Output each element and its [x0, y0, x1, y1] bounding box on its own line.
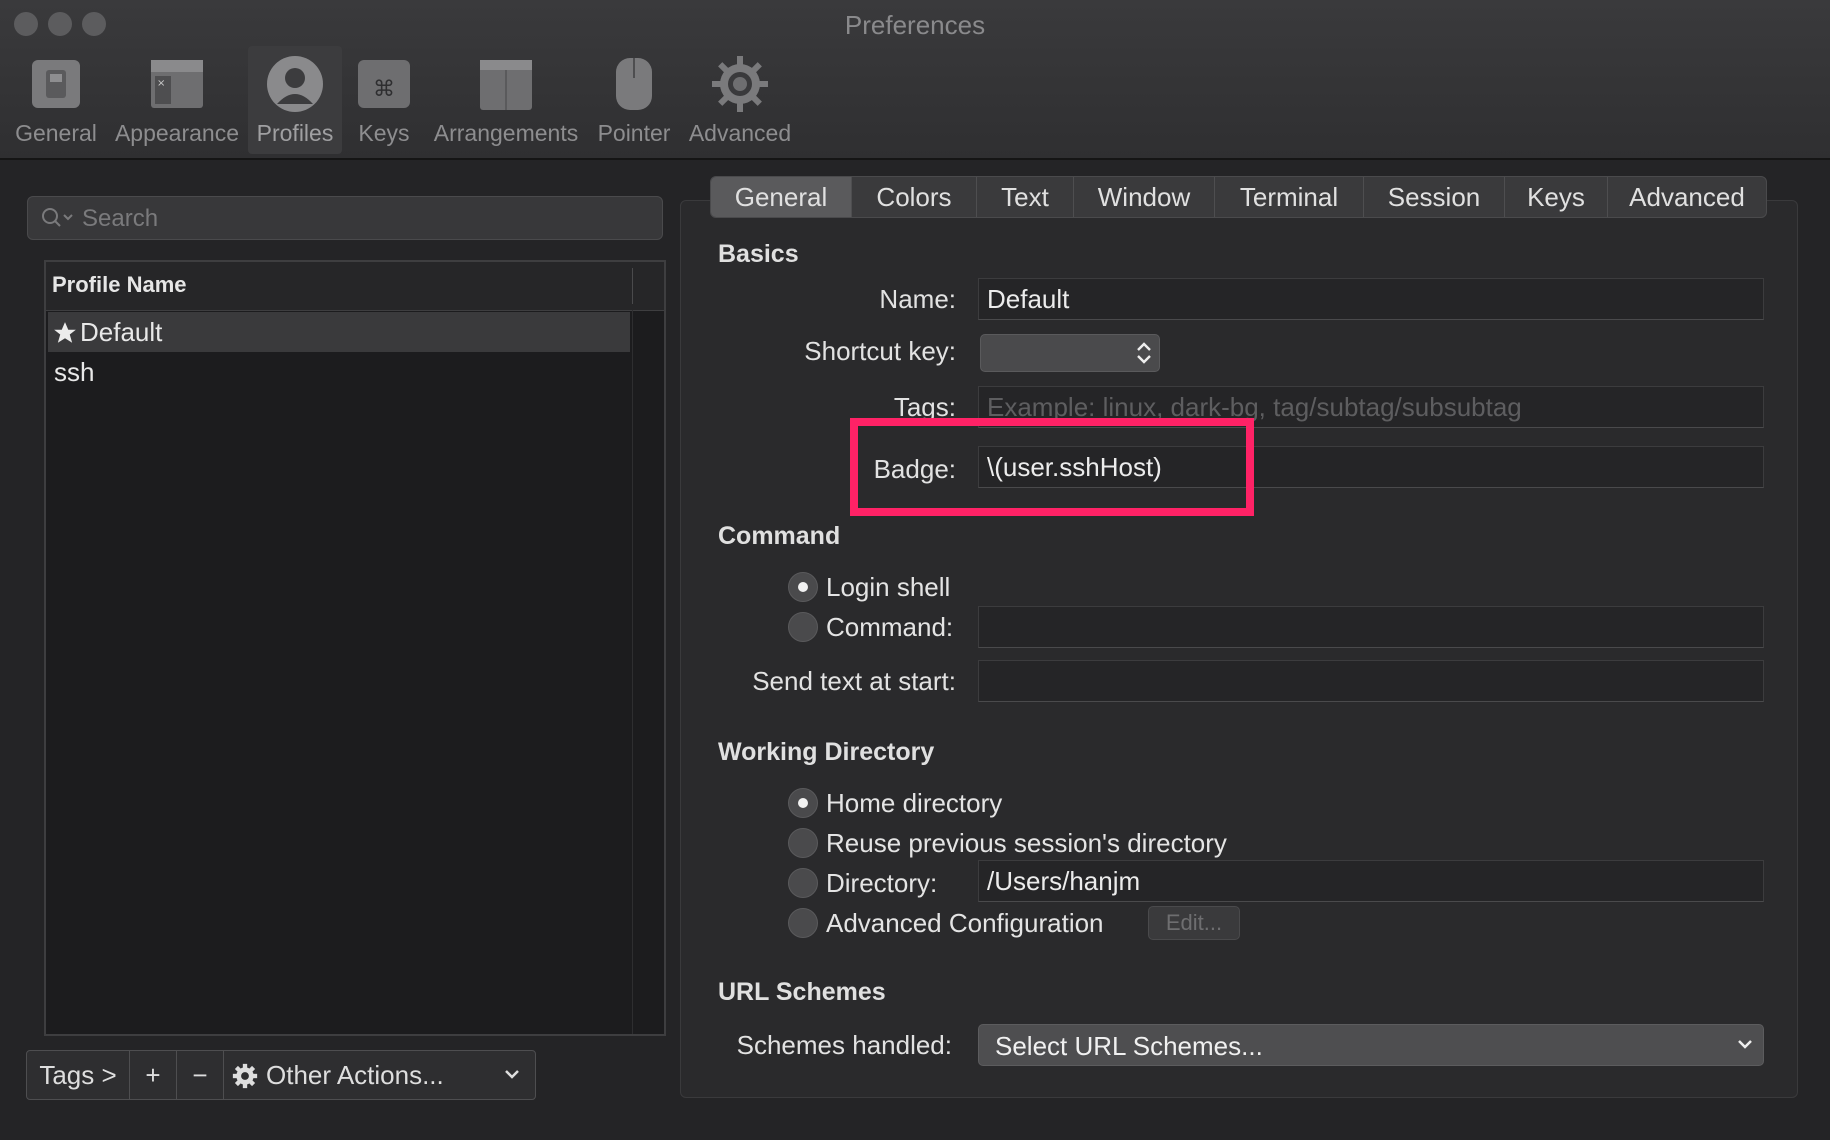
tab-terminal[interactable]: Terminal [1215, 177, 1364, 217]
send-text-label: Send text at start: [752, 666, 956, 696]
radio-directory[interactable] [788, 868, 818, 898]
tab-colors[interactable]: Colors [852, 177, 977, 217]
chevron-down-icon [505, 1070, 519, 1079]
profile-row-default[interactable]: Default [48, 312, 630, 352]
window-title: Preferences [844, 10, 986, 40]
toolbar-pointer[interactable]: Pointer [592, 46, 676, 154]
tab-keys[interactable]: Keys [1505, 177, 1608, 217]
tab-window[interactable]: Window [1074, 177, 1215, 217]
gear-icon [232, 1063, 258, 1089]
profile-list-header[interactable]: Profile Name [46, 262, 664, 311]
stepper-arrows-icon [1137, 342, 1151, 364]
star-icon [54, 322, 76, 343]
section-command: Command [718, 522, 841, 550]
section-working-directory: Working Directory [718, 738, 935, 766]
url-schemes-popup[interactable]: Select URL Schemes... [978, 1024, 1764, 1066]
radio-advanced-configuration[interactable] [788, 908, 818, 938]
name-label: Name: [879, 284, 956, 314]
toolbar-general[interactable]: General [10, 46, 102, 154]
toolbar-profiles[interactable]: Profiles [248, 46, 342, 154]
arrangements-icon [480, 60, 532, 110]
name-field[interactable]: Default [978, 278, 1764, 320]
mouse-icon [616, 58, 652, 110]
search-icon [42, 208, 73, 227]
reuse-directory-label: Reuse previous session's directory [826, 828, 1227, 858]
radio-home-directory[interactable] [788, 788, 818, 818]
radio-login-shell[interactable] [788, 572, 818, 602]
shortcut-key-popup[interactable] [980, 334, 1160, 372]
section-basics: Basics [718, 240, 799, 268]
command-field[interactable] [978, 606, 1764, 648]
profile-settings-panel [680, 200, 1798, 1098]
tab-advanced[interactable]: Advanced [1608, 177, 1766, 217]
tab-general[interactable]: General [711, 177, 852, 217]
profile-person-icon [267, 56, 323, 112]
gear-icon [712, 56, 768, 112]
svg-text:⌘: ⌘ [373, 77, 395, 102]
directory-field[interactable]: /Users/hanjm [978, 860, 1764, 902]
advanced-configuration-label: Advanced Configuration [826, 908, 1104, 938]
command-label: Command: [826, 612, 954, 642]
search-input[interactable] [80, 203, 644, 235]
general-switch-icon [32, 60, 80, 108]
preferences-window: Preferences General × Appearance Profile… [0, 0, 1830, 1140]
svg-text:×: × [157, 78, 165, 89]
profile-name: Default [80, 317, 163, 347]
radio-command[interactable] [788, 612, 818, 642]
profile-name: ssh [54, 357, 95, 387]
edit-button[interactable]: Edit... [1148, 906, 1240, 940]
chevron-down-icon [1738, 1040, 1752, 1049]
remove-profile-button[interactable]: − [177, 1051, 224, 1099]
add-profile-button[interactable]: + [130, 1051, 177, 1099]
home-directory-label: Home directory [826, 788, 1003, 818]
section-url-schemes: URL Schemes [718, 978, 886, 1006]
list-scroll-track[interactable] [632, 310, 633, 1034]
column-divider [632, 268, 633, 304]
other-actions-label: Other Actions... [266, 1060, 444, 1090]
tab-session[interactable]: Session [1364, 177, 1505, 217]
tab-text[interactable]: Text [977, 177, 1074, 217]
toolbar-advanced[interactable]: Advanced [684, 46, 796, 154]
tags-button[interactable]: Tags > [27, 1051, 130, 1099]
toolbar-keys[interactable]: ⌘ Keys [350, 46, 418, 154]
profile-list: Profile Name Default ssh [44, 260, 666, 1036]
profile-row-ssh[interactable]: ssh [48, 352, 630, 392]
column-header-profile-name: Profile Name [52, 272, 187, 297]
other-actions-menu[interactable]: Other Actions... [224, 1051, 534, 1099]
titlebar: Preferences General × Appearance Profile… [0, 0, 1830, 160]
directory-label: Directory: [826, 868, 938, 898]
schemes-handled-label: Schemes handled: [736, 1030, 952, 1060]
command-key-icon: ⌘ [358, 60, 410, 108]
toolbar-arrangements[interactable]: Arrangements [426, 46, 586, 154]
login-shell-label: Login shell [826, 572, 951, 602]
profile-search[interactable] [27, 196, 663, 240]
toolbar-appearance[interactable]: × Appearance [110, 46, 244, 154]
profile-actions-bar: Tags > + − Other Actions... [26, 1050, 536, 1100]
appearance-window-icon: × [151, 60, 203, 108]
shortcut-key-label: Shortcut key: [804, 336, 956, 366]
send-text-field[interactable] [978, 660, 1764, 702]
profile-tabs: General Colors Text Window Terminal Sess… [710, 176, 1767, 218]
badge-highlight-box [850, 418, 1254, 516]
radio-reuse-directory[interactable] [788, 828, 818, 858]
